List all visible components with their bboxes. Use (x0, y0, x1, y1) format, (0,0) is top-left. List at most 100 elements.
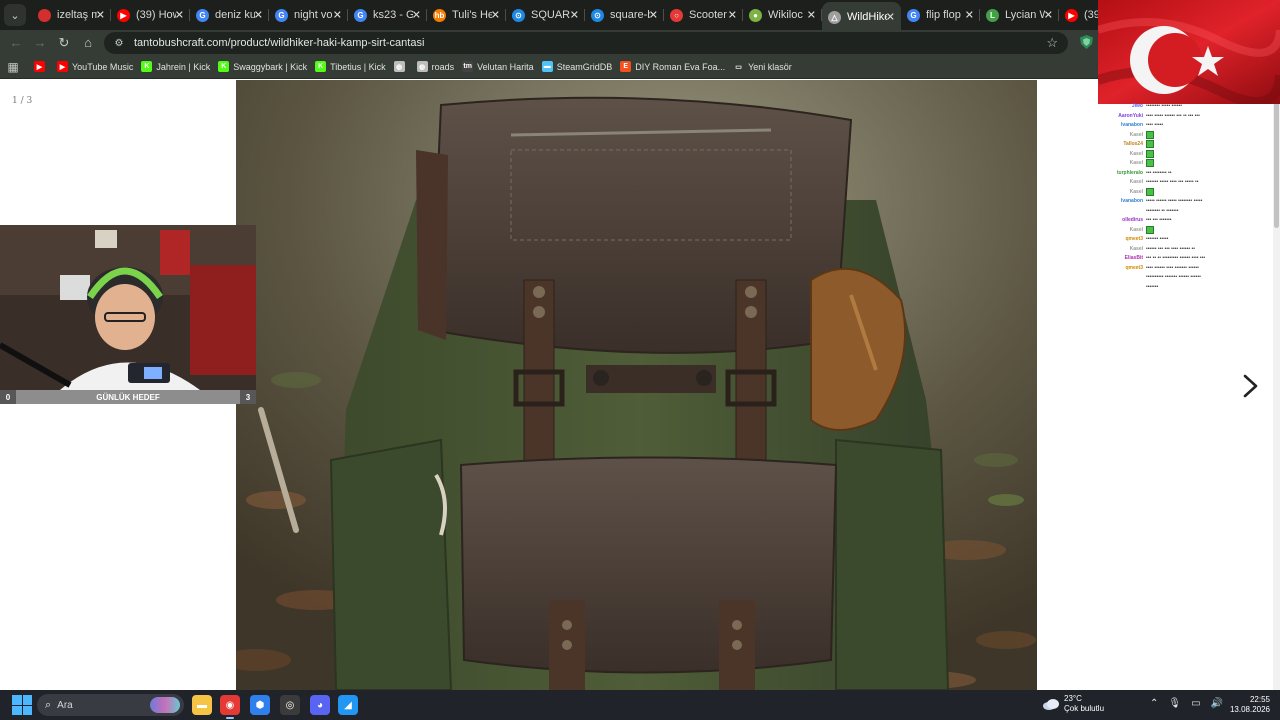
browser-tab[interactable]: ⊙ square-b ✕ (585, 2, 664, 28)
microphone-icon[interactable]: 🎙 (1168, 698, 1181, 709)
product-image[interactable] (236, 80, 1037, 690)
chat-username[interactable] (1098, 273, 1146, 283)
bookmark-item[interactable]: ▭ Yeni klasör (733, 61, 792, 72)
close-tab-icon[interactable]: ✕ (254, 9, 263, 22)
close-tab-icon[interactable]: ✕ (886, 11, 895, 24)
bookmark-label: SteamGridDB (556, 61, 613, 72)
browser-tab[interactable]: Gnight vo ✕ (269, 2, 348, 28)
chat-username[interactable]: qmeet3 (1098, 264, 1146, 274)
browser-tab[interactable]: ● Wikiloc ✕ (743, 2, 822, 28)
chat-username[interactable]: Kasel (1098, 178, 1146, 188)
chat-username[interactable]: qmeet3 (1098, 235, 1146, 245)
forward-button[interactable]: → (28, 31, 52, 55)
close-tab-icon[interactable]: ✕ (412, 9, 421, 22)
browser-tab[interactable]: Gflip flop ✕ (901, 2, 980, 28)
obs-icon[interactable]: ◎ (280, 695, 300, 715)
bookmark-item[interactable]: ▶ YouTube Music (57, 61, 133, 72)
tab-title: ks23 - G (373, 9, 413, 21)
chat-username[interactable]: Kasel (1098, 150, 1146, 160)
taskbar-search[interactable]: ⌕ Ara (37, 694, 184, 716)
browser-tab[interactable]: izeltaş m ✕ (32, 2, 111, 28)
url-text[interactable]: tantobushcraft.com/product/wildhiker-hak… (134, 37, 424, 49)
chat-username[interactable] (1098, 283, 1146, 293)
chat-text: ••••••• ••••• •••• ••• ••••• •• (1146, 179, 1199, 185)
bookmark-item[interactable]: E DIY Roman Eva Foa... (620, 61, 725, 72)
chrome-icon[interactable]: ◉ (220, 695, 240, 719)
home-button[interactable]: ⌂ (76, 31, 100, 55)
close-tab-icon[interactable]: ✕ (649, 9, 658, 22)
file-explorer-icon[interactable]: ▬ (192, 695, 212, 715)
close-tab-icon[interactable]: ✕ (333, 9, 342, 22)
browser-tab[interactable]: hb Tuli's He ✕ (427, 2, 506, 28)
address-bar[interactable]: ⚙ tantobushcraft.com/product/wildhiker-h… (104, 32, 1068, 54)
browser-tab[interactable]: Gks23 - G ✕ (348, 2, 427, 28)
tab-title: flip flop (926, 9, 961, 21)
taskbar-clock[interactable]: 22:55 13.08.2026 (1230, 695, 1270, 715)
chat-username[interactable]: Kasel (1098, 188, 1146, 198)
chat-text: ••••• •••••• ••••• •••••••• ••••• (1146, 198, 1203, 204)
bookmark-item[interactable]: ◍ roads (416, 61, 455, 72)
chat-username[interactable]: turphleralo (1098, 169, 1146, 179)
bookmark-item[interactable]: ▶ (34, 61, 49, 72)
chat-username[interactable]: Jiwo (1098, 102, 1146, 112)
close-tab-icon[interactable]: ✕ (1044, 9, 1053, 22)
close-tab-icon[interactable]: ✕ (491, 9, 500, 22)
chat-username[interactable]: Tallos24 (1098, 140, 1146, 150)
browser-tab[interactable]: ○ Scooter ✕ (664, 2, 743, 28)
app-blue-icon[interactable]: ◢ (338, 695, 358, 715)
next-image-arrow-icon[interactable] (1240, 374, 1260, 398)
bookmark-item[interactable]: ◍ (393, 61, 409, 72)
site-info-icon[interactable]: ⚙ (112, 36, 126, 50)
app-hex-icon[interactable]: ⬢ (250, 695, 270, 715)
clock-date: 13.08.2026 (1229, 705, 1270, 714)
bookmark-item[interactable]: ▬ SteamGridDB (541, 61, 613, 72)
chat-username[interactable]: Kasel (1098, 245, 1146, 255)
display-icon[interactable]: ▭ (1191, 698, 1200, 709)
bookmark-item[interactable]: tm Velutan Harita (462, 61, 534, 72)
chat-username[interactable]: Kasel (1098, 159, 1146, 169)
back-button[interactable]: ← (4, 31, 28, 55)
bookmark-item[interactable]: K Tibetius | Kick (315, 61, 386, 72)
browser-tab[interactable]: ⊙ SQUARE✕ (506, 2, 585, 28)
discord-icon[interactable]: ◕ (310, 695, 330, 715)
page-scrollbar[interactable] (1273, 80, 1280, 690)
browser-tab[interactable]: ▶ (39) How✕ (111, 2, 190, 28)
bookmark-item[interactable]: K Jahrein | Kick (141, 61, 210, 72)
volume-icon[interactable]: 🔊 (1211, 698, 1223, 709)
chat-username[interactable]: Kasel (1098, 226, 1146, 236)
browser-tab[interactable]: L Lycian W ✕ (980, 2, 1059, 28)
browser-tab[interactable]: △ WildHike ✕ (822, 2, 901, 30)
chat-message: Ivanabon ••••• •••••• ••••• •••••••• ••••… (1098, 197, 1273, 207)
bookmark-label: roads (431, 61, 455, 72)
apps-grid-icon[interactable]: ▦ (0, 60, 26, 74)
windows-start-icon[interactable] (12, 695, 32, 715)
close-tab-icon[interactable]: ✕ (96, 9, 105, 22)
chat-username[interactable]: Ivanabon (1098, 121, 1146, 131)
chat-username[interactable]: Kasel (1098, 131, 1146, 141)
cloud-icon (1043, 699, 1059, 710)
chat-username[interactable]: olledirus (1098, 216, 1146, 226)
tab-favicon-icon: ⊙ (512, 8, 525, 22)
bookmark-label: Yeni klasör (748, 61, 792, 72)
shield-extension-icon[interactable] (1080, 35, 1093, 49)
close-tab-icon[interactable]: ✕ (807, 9, 816, 22)
weather-widget[interactable]: 23°C Çok bulutlu (1042, 694, 1104, 714)
chat-username[interactable]: EliasBit (1098, 254, 1146, 264)
chat-username[interactable]: Ivanabon (1098, 197, 1146, 207)
clock-time: 22:55 (1249, 695, 1270, 704)
close-tab-icon[interactable]: ✕ (570, 9, 579, 22)
close-tab-icon[interactable]: ✕ (175, 9, 184, 22)
close-tab-icon[interactable]: ✕ (728, 9, 737, 22)
chat-username[interactable]: AaronYuki (1098, 112, 1146, 122)
chat-username[interactable] (1098, 207, 1146, 217)
close-tab-icon[interactable]: ✕ (965, 9, 974, 22)
tab-search-button[interactable]: ⌄ (4, 4, 26, 26)
reload-button[interactable]: ↻ (52, 31, 76, 55)
scrollbar-thumb[interactable] (1274, 88, 1279, 228)
bookmark-list: ▶ ▶ YouTube Music K Jahrein | Kick K Swaggybar… (26, 61, 792, 72)
bookmark-star-icon[interactable]: ☆ (1046, 35, 1058, 51)
tray-overflow-chevron-icon[interactable]: ⌃ (1150, 698, 1158, 709)
bookmark-item[interactable]: K Swaggybark | Kick (218, 61, 307, 72)
browser-tab[interactable]: Gdeniz ku ✕ (190, 2, 269, 28)
tab-title: Wikiloc (768, 9, 803, 21)
